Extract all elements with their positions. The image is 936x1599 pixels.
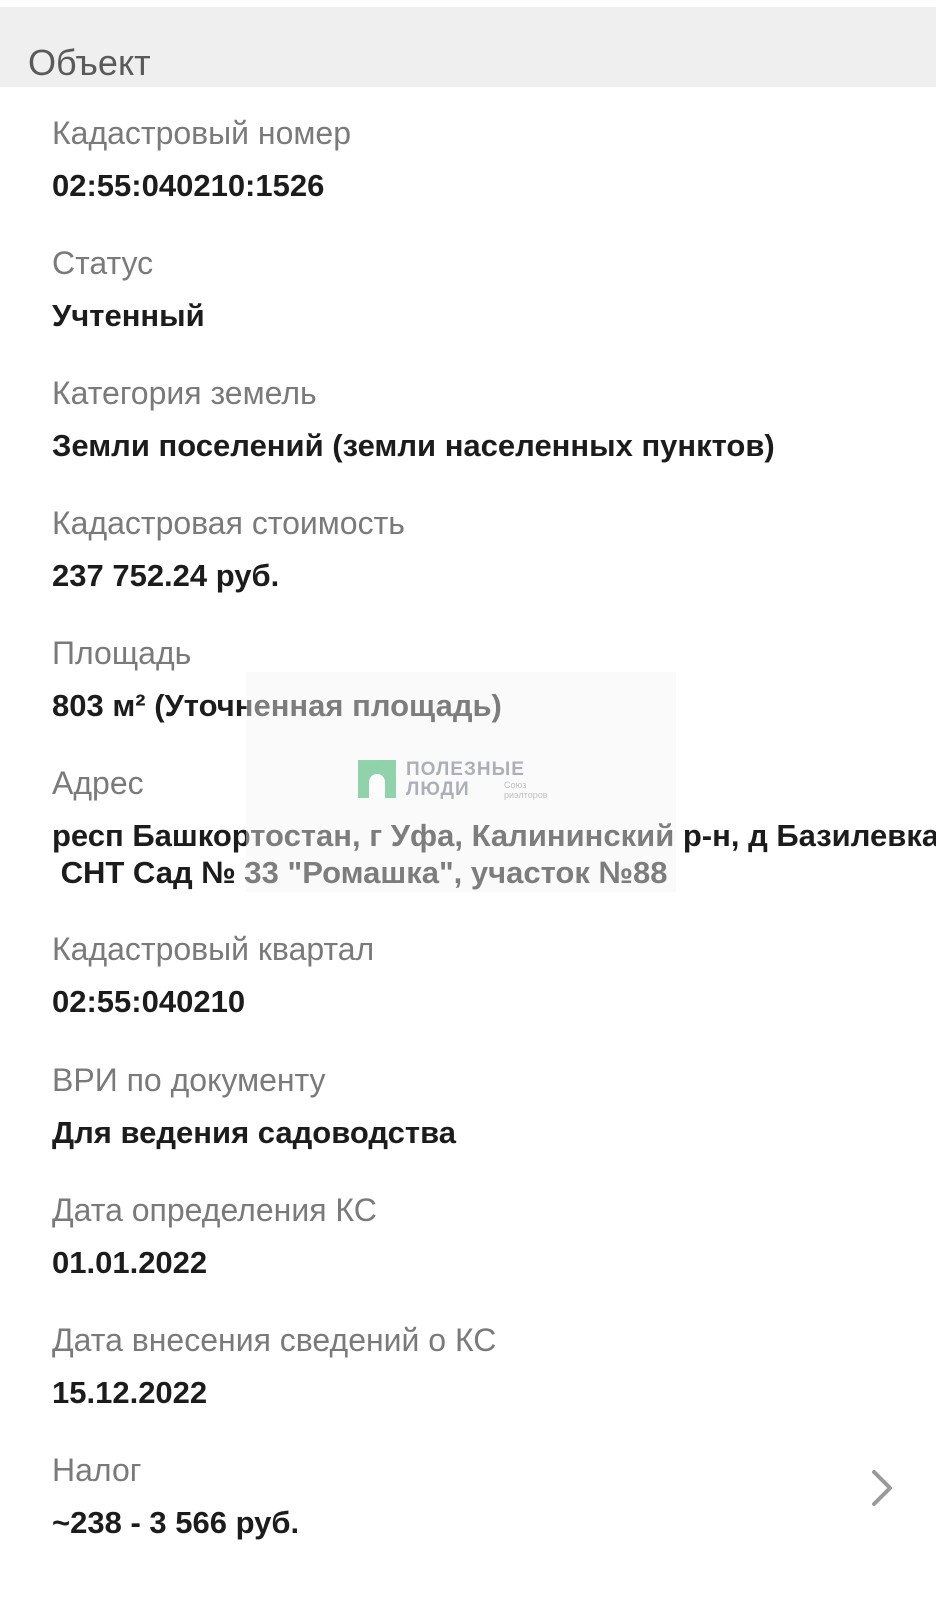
field-label: Дата внесения сведений о КС bbox=[52, 1322, 497, 1358]
field-entry-date: Дата внесения сведений о КС 15.12.2022 bbox=[52, 1321, 922, 1411]
field-label: Дата определения КС bbox=[52, 1192, 377, 1228]
field-value: 15.12.2022 bbox=[52, 1375, 208, 1410]
field-cadastral-value: Кадастровая стоимость 237 752.24 руб. bbox=[52, 504, 922, 594]
watermark-line-1: ПОЛЕЗНЫЕ bbox=[406, 759, 525, 780]
field-label: Категория земель bbox=[52, 375, 317, 411]
field-value: 02:55:040210 bbox=[52, 984, 246, 1019]
field-cadastral-quarter: Кадастровый квартал 02:55:040210 bbox=[52, 930, 922, 1020]
address-line-2: СНТ Сад № 33 "Ромашка", участок №88 bbox=[52, 855, 668, 890]
field-permitted-use: ВРИ по документу Для ведения садоводства bbox=[52, 1061, 922, 1151]
field-value: 01.01.2022 bbox=[52, 1245, 208, 1280]
field-cadastral-number: Кадастровый номер 02:55:040210:1526 bbox=[52, 114, 922, 204]
field-value-address: респ Башкортостан, г Уфа, Калининский р-… bbox=[52, 817, 936, 891]
field-label: ВРИ по документу bbox=[52, 1062, 326, 1098]
watermark-logo: ПОЛЕЗНЫЕ ЛЮДИ Союз риэлторов bbox=[358, 760, 558, 800]
field-value: 02:55:040210:1526 bbox=[52, 168, 325, 203]
section-header: Объект bbox=[0, 7, 936, 87]
field-value: 237 752.24 руб. bbox=[52, 558, 280, 593]
field-value: Учтенный bbox=[52, 298, 205, 333]
chevron-right-icon[interactable] bbox=[864, 1466, 900, 1510]
field-area: Площадь 803 м² (Уточненная площадь) bbox=[52, 634, 922, 724]
field-label: Площадь bbox=[52, 635, 192, 671]
field-label: Кадастровая стоимость bbox=[52, 505, 405, 541]
watermark-logo-icon bbox=[358, 760, 396, 798]
field-label: Кадастровый номер bbox=[52, 115, 351, 151]
watermark-sub-2: риэлторов bbox=[504, 790, 548, 800]
field-land-category: Категория земель Земли поселений (земли … bbox=[52, 374, 922, 464]
field-value: Для ведения садоводства bbox=[52, 1115, 456, 1150]
field-value: ~238 - 3 566 руб. bbox=[52, 1505, 300, 1540]
field-valuation-date: Дата определения КС 01.01.2022 bbox=[52, 1191, 922, 1281]
field-status: Статус Учтенный bbox=[52, 244, 922, 334]
field-tax[interactable]: Налог ~238 - 3 566 руб. bbox=[52, 1451, 922, 1541]
watermark-sub-1: Союз bbox=[504, 780, 527, 790]
top-strip bbox=[0, 0, 936, 7]
watermark-sub: Союз риэлторов bbox=[504, 780, 548, 800]
field-label: Налог bbox=[52, 1452, 142, 1488]
address-line-1: респ Башкортостан, г Уфа, Калининский р-… bbox=[52, 818, 936, 853]
field-label: Статус bbox=[52, 245, 154, 281]
section-title: Объект bbox=[28, 42, 151, 83]
field-value: 803 м² (Уточненная площадь) bbox=[52, 688, 502, 723]
field-label: Кадастровый квартал bbox=[52, 931, 375, 967]
field-value: Земли поселений (земли населенных пункто… bbox=[52, 428, 775, 463]
